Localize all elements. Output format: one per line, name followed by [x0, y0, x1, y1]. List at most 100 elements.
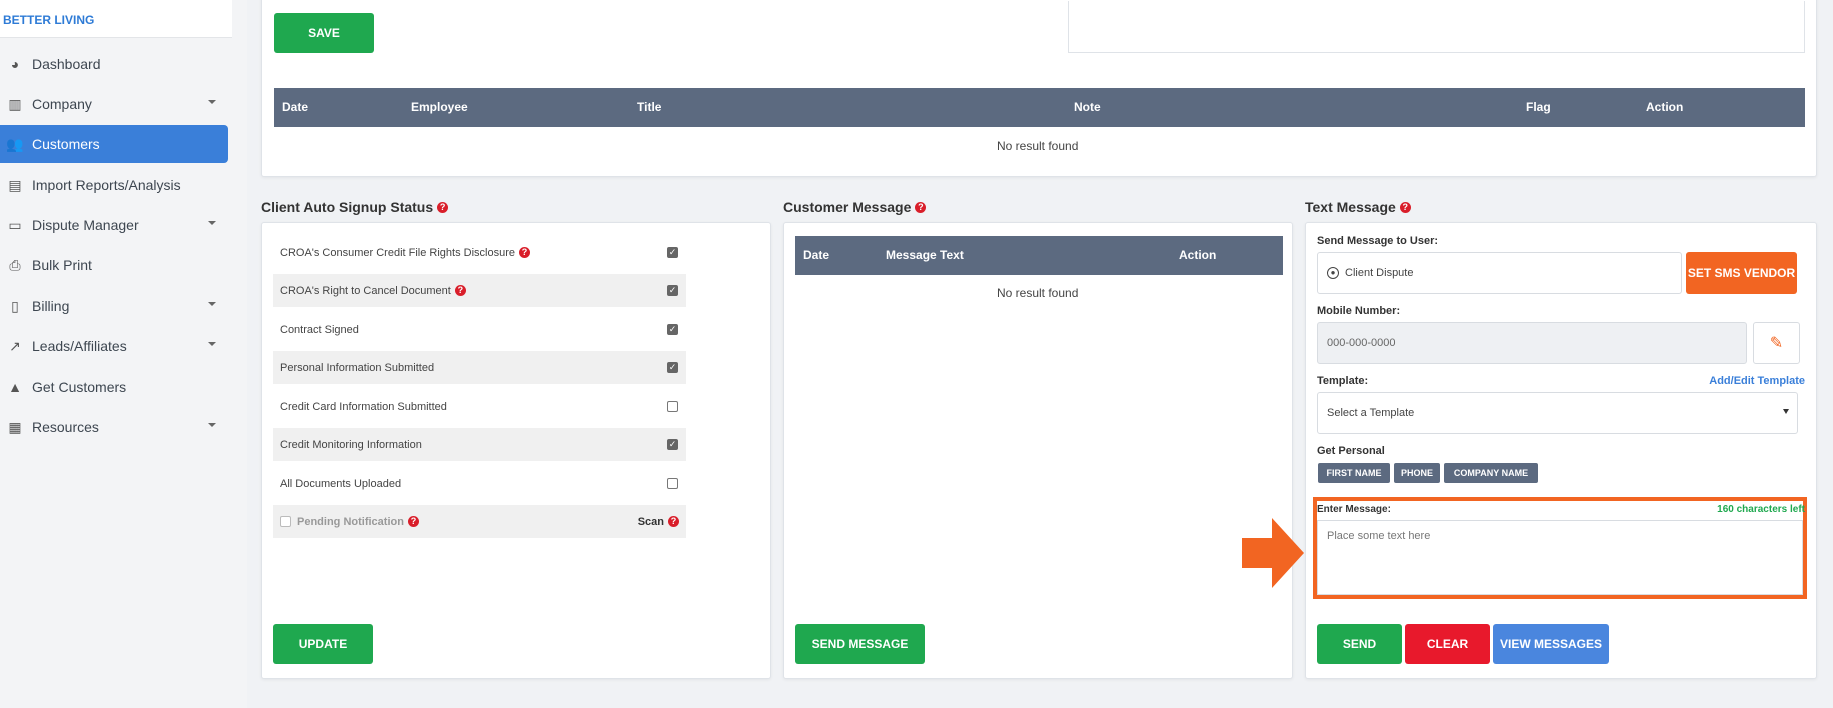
send-to-value: Client Dispute: [1345, 267, 1414, 279]
user-circle-icon: ●: [1327, 267, 1339, 279]
column-header-employee: Employee: [411, 100, 468, 114]
pending-label: Pending Notification: [297, 515, 404, 528]
file-import-icon: ▤: [8, 177, 22, 193]
sidebar-item-label: Resources: [32, 419, 99, 435]
customer-message-empty-text: No result found: [997, 286, 1079, 300]
column-header-title: Title: [637, 100, 662, 114]
auto-signup-card: CROA's Consumer Credit File Rights Discl…: [261, 222, 771, 679]
column-header-message-text: Message Text: [886, 248, 964, 262]
sidebar-item-resources[interactable]: ▦ Resources: [0, 408, 228, 446]
clear-button[interactable]: CLEAR: [1405, 624, 1490, 664]
customer-message-title: Customer Message ?: [783, 199, 927, 215]
message-textarea[interactable]: Place some text here: [1317, 520, 1803, 595]
column-header-date: Date: [282, 100, 309, 114]
chevron-down-icon: [208, 100, 216, 104]
text-message-title-text: Text Message: [1305, 199, 1396, 215]
status-label: Credit Monitoring Information: [280, 438, 422, 451]
get-personal-label: Get Personal: [1317, 445, 1385, 457]
template-select[interactable]: Select a Template: [1317, 392, 1798, 434]
brand-name: BETTER LIVING: [0, 0, 232, 38]
sidebar-item-import-reports[interactable]: ▤ Import Reports/Analysis: [0, 166, 228, 204]
send-message-button[interactable]: SEND MESSAGE: [795, 624, 925, 664]
graduation-cap-icon: ▲: [8, 379, 22, 395]
sidebar-item-bulk-print[interactable]: ⎙ Bulk Print: [0, 246, 228, 284]
column-header-note: Note: [1074, 100, 1101, 114]
status-row-credit-card: Credit Card Information Submitted: [273, 390, 686, 423]
send-to-select[interactable]: ● Client Dispute: [1317, 252, 1682, 294]
notes-card: SAVE Date Employee Title Note Flag Actio…: [261, 0, 1817, 177]
chevron-down-icon: [208, 342, 216, 346]
help-icon[interactable]: ?: [519, 247, 530, 258]
status-checkbox[interactable]: ✓: [667, 439, 678, 450]
sidebar-item-get-customers[interactable]: ▲ Get Customers: [0, 368, 228, 406]
sidebar-item-dispute-manager[interactable]: ▭ Dispute Manager: [0, 206, 228, 244]
set-sms-vendor-button[interactable]: SET SMS VENDOR: [1686, 252, 1797, 294]
sidebar-item-customers[interactable]: 👥 Customers: [0, 125, 228, 163]
sidebar-item-label: Billing: [32, 298, 70, 314]
text-message-card: Send Message to User: ● Client Dispute S…: [1305, 222, 1817, 679]
status-checkbox[interactable]: ✓: [667, 362, 678, 373]
building-icon: ▥: [8, 96, 22, 112]
mobile-number-label: Mobile Number:: [1317, 305, 1401, 317]
arrow-pointer-icon: [1242, 518, 1304, 588]
scan-link[interactable]: Scan: [638, 516, 664, 528]
sidebar-item-label: Get Customers: [32, 379, 127, 395]
status-row-personal-info: Personal Information Submitted ✓: [273, 351, 686, 384]
status-checkbox[interactable]: ✓: [667, 324, 678, 335]
customer-message-table-header: Date Message Text Action: [795, 236, 1283, 275]
chevron-down-icon: [1783, 409, 1789, 414]
help-icon[interactable]: ?: [668, 516, 679, 527]
boxes-icon: ▦: [8, 419, 22, 435]
characters-left-counter: 160 characters left: [1717, 504, 1805, 515]
first-name-chip[interactable]: FIRST NAME: [1318, 463, 1390, 483]
column-header-action: Action: [1646, 100, 1684, 114]
sidebar-item-billing[interactable]: ▯ Billing: [0, 287, 228, 325]
help-icon[interactable]: ?: [1399, 201, 1411, 213]
status-row-documents: All Documents Uploaded: [273, 467, 686, 500]
status-row-croa-cancel: CROA's Right to Cancel Document ? ✓: [273, 274, 686, 307]
save-button[interactable]: SAVE: [274, 13, 374, 53]
add-edit-template-link[interactable]: Add/Edit Template: [1709, 375, 1805, 387]
update-button[interactable]: UPDATE: [273, 624, 373, 664]
phone-chip[interactable]: PHONE: [1394, 463, 1440, 483]
chevron-down-icon: [208, 302, 216, 306]
sidebar-item-leads-affiliates[interactable]: ↗ Leads/Affiliates: [0, 327, 228, 365]
help-icon[interactable]: ?: [407, 516, 419, 527]
invoice-icon: ▯: [11, 298, 19, 314]
column-header-flag: Flag: [1526, 100, 1551, 114]
printer-icon: ⎙: [9, 257, 21, 273]
laptop-icon: ▭: [8, 217, 22, 233]
mobile-number-placeholder: 000-000-0000: [1327, 337, 1396, 349]
pie-chart-icon: ◕: [10, 56, 20, 72]
notes-table-header: Date Employee Title Note Flag Action: [274, 88, 1805, 127]
status-label: All Documents Uploaded: [280, 477, 402, 490]
status-label: Credit Card Information Submitted: [280, 400, 447, 413]
edit-mobile-button[interactable]: ✎: [1753, 322, 1800, 364]
status-checkbox[interactable]: [667, 401, 678, 412]
sidebar-item-dashboard[interactable]: ◕ Dashboard: [0, 45, 228, 83]
mobile-number-input[interactable]: 000-000-0000: [1317, 322, 1747, 364]
view-messages-button[interactable]: VIEW MESSAGES: [1493, 624, 1609, 664]
company-name-chip[interactable]: COMPANY NAME: [1444, 463, 1538, 483]
send-button[interactable]: SEND: [1317, 624, 1402, 664]
notes-textarea[interactable]: [1068, 1, 1805, 53]
status-checkbox[interactable]: ✓: [667, 247, 678, 258]
pending-checkbox[interactable]: [280, 516, 291, 527]
sidebar-item-label: Leads/Affiliates: [32, 338, 127, 354]
help-icon[interactable]: ?: [915, 201, 927, 213]
template-select-value: Select a Template: [1327, 407, 1415, 419]
status-label: CROA's Consumer Credit File Rights Discl…: [280, 246, 515, 259]
sidebar-item-label: Bulk Print: [32, 257, 92, 273]
status-checkbox[interactable]: ✓: [667, 285, 678, 296]
sidebar-item-company[interactable]: ▥ Company: [0, 85, 228, 123]
users-icon: 👥: [6, 136, 24, 152]
status-checkbox[interactable]: [667, 478, 678, 489]
chevron-down-icon: [208, 221, 216, 225]
status-label: Personal Information Submitted: [280, 361, 435, 374]
message-placeholder: Place some text here: [1327, 530, 1431, 542]
help-icon[interactable]: ?: [437, 201, 449, 213]
main-content: SAVE Date Employee Title Note Flag Actio…: [247, 0, 1833, 708]
line-chart-icon: ↗: [9, 338, 21, 354]
status-label: Contract Signed: [280, 323, 359, 336]
help-icon[interactable]: ?: [454, 285, 466, 296]
